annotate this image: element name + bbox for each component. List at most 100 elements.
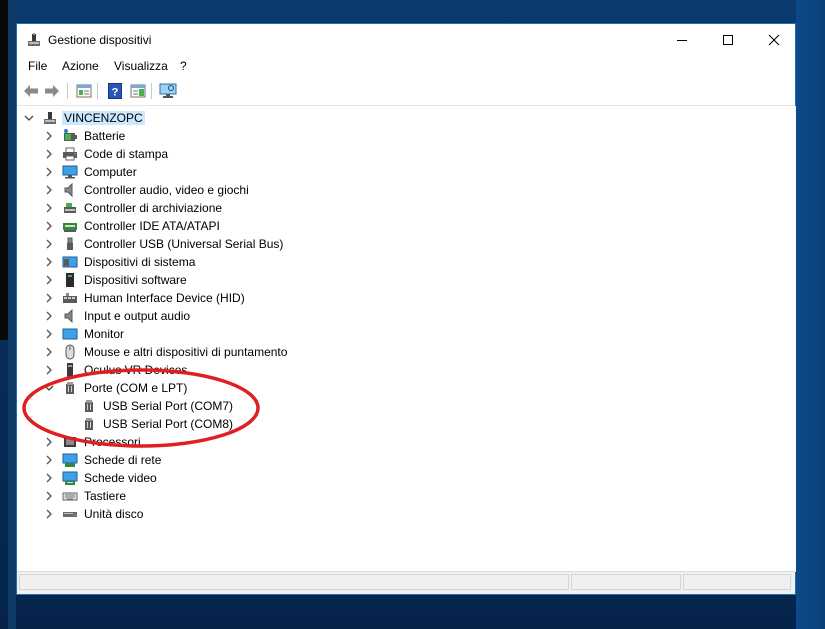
tree-item-dispositivi-sistema[interactable]: Dispositivi di sistema [43,253,197,271]
device-manager-icon [26,32,42,48]
chevron-right-icon[interactable] [43,364,55,376]
tree-item-processori[interactable]: Processori [43,433,143,451]
toolbar-separator [97,83,98,99]
tree-item-label: Dispositivi software [84,273,187,287]
tree-root[interactable]: VINCENZOPC [23,109,145,127]
battery-icon [62,128,78,144]
chevron-down-icon[interactable] [23,112,35,124]
tree-child-com8[interactable]: USB Serial Port (COM8) [81,415,235,433]
tree-item-label: Porte (COM e LPT) [84,381,188,395]
forward-arrow-icon[interactable] [42,81,62,101]
tree-item-code-di-stampa[interactable]: Code di stampa [43,145,170,163]
tree-item-monitor[interactable]: Monitor [43,325,126,343]
computer-root-icon [42,110,58,126]
port-icon [81,416,97,432]
ide-controller-icon [62,218,78,234]
printer-icon [62,146,78,162]
chevron-right-icon[interactable] [43,328,55,340]
tree-item-controller-usb[interactable]: Controller USB (Universal Serial Bus) [43,235,285,253]
tree-item-label: Unità disco [84,507,144,521]
tree-item-unita-disco[interactable]: Unità disco [43,505,145,523]
action-pane-icon[interactable] [128,81,148,101]
help-icon[interactable]: ? [105,81,125,101]
processor-icon [62,434,78,450]
chevron-right-icon[interactable] [43,130,55,142]
chevron-right-icon[interactable] [43,508,55,520]
desktop-background [796,0,825,629]
tree-item-computer[interactable]: Computer [43,163,139,181]
chevron-right-icon[interactable] [43,436,55,448]
chevron-right-icon[interactable] [43,166,55,178]
chevron-right-icon[interactable] [43,472,55,484]
mouse-icon [62,344,78,360]
monitor-scan-icon[interactable] [158,81,178,101]
maximize-button[interactable] [705,24,751,56]
tree-item-schede-rete[interactable]: Schede di rete [43,451,163,469]
tree-item-label: Schede di rete [84,453,162,467]
monitor-icon [62,326,78,342]
keyboard-icon [62,488,78,504]
tree-item-controller-ide[interactable]: Controller IDE ATA/ATAPI [43,217,222,235]
tree-item-label: Schede video [84,471,157,485]
menu-file[interactable]: File [28,59,47,73]
desktop-background [0,0,8,340]
close-button[interactable] [751,24,797,56]
properties-icon[interactable] [74,81,94,101]
chevron-right-icon[interactable] [43,292,55,304]
device-tree[interactable]: VINCENZOPC Batterie Code di stampa Compu… [17,106,796,572]
tree-item-label: Oculus VR Devices [84,363,188,377]
tree-item-label: Monitor [84,327,125,341]
device-manager-window: Gestione dispositivi File Azione Visuali… [16,23,796,595]
tree-child-label: USB Serial Port (COM8) [103,417,234,431]
speaker-icon [62,182,78,198]
chevron-right-icon[interactable] [43,274,55,286]
chevron-right-icon[interactable] [43,184,55,196]
chevron-right-icon[interactable] [43,310,55,322]
tree-item-label: Input e output audio [84,309,191,323]
computer-icon [62,164,78,180]
chevron-right-icon[interactable] [43,256,55,268]
tree-item-dispositivi-software[interactable]: Dispositivi software [43,271,189,289]
display-adapter-icon [62,470,78,486]
tree-item-label: Batterie [84,129,126,143]
tree-item-schede-video[interactable]: Schede video [43,469,159,487]
tree-item-label: Human Interface Device (HID) [84,291,245,305]
tree-item-label: Processori [84,435,141,449]
menu-help[interactable]: ? [180,59,187,73]
chevron-right-icon[interactable] [43,220,55,232]
menu-azione[interactable]: Azione [62,59,99,73]
chevron-right-icon[interactable] [43,490,55,502]
chevron-right-icon[interactable] [43,202,55,214]
tree-item-tastiere[interactable]: Tastiere [43,487,128,505]
toolbar-separator [67,83,68,99]
minimize-button[interactable] [659,24,705,56]
tree-item-label: Code di stampa [84,147,169,161]
chevron-right-icon[interactable] [43,454,55,466]
menu-bar: File Azione Visualizza ? [17,56,795,76]
back-arrow-icon[interactable] [21,81,41,101]
tree-item-label: Controller USB (Universal Serial Bus) [84,237,284,251]
chevron-down-icon[interactable] [43,382,55,394]
chevron-right-icon[interactable] [43,148,55,160]
network-adapter-icon [62,452,78,468]
tree-root-label: VINCENZOPC [62,111,145,125]
tree-item-label: Controller di archiviazione [84,201,223,215]
menu-visualizza[interactable]: Visualizza [114,59,168,73]
tree-item-controller-audio[interactable]: Controller audio, video e giochi [43,181,251,199]
tree-child-com7[interactable]: USB Serial Port (COM7) [81,397,235,415]
port-icon [81,398,97,414]
tree-item-input-output-audio[interactable]: Input e output audio [43,307,192,325]
tree-item-batterie[interactable]: Batterie [43,127,127,145]
tree-item-oculus[interactable]: Oculus VR Devices [43,361,189,379]
chevron-right-icon[interactable] [43,238,55,250]
title-bar[interactable]: Gestione dispositivi [17,24,795,56]
tree-item-controller-archiviazione[interactable]: Controller di archiviazione [43,199,224,217]
port-icon [62,380,78,396]
toolbar: ? [17,77,795,106]
system-device-icon [62,254,78,270]
tree-item-mouse[interactable]: Mouse e altri dispositivi di puntamento [43,343,289,361]
tree-item-hid[interactable]: Human Interface Device (HID) [43,289,247,307]
chevron-right-icon[interactable] [43,346,55,358]
tree-item-label: Tastiere [84,489,127,503]
tree-item-porte[interactable]: Porte (COM e LPT) [43,379,189,397]
